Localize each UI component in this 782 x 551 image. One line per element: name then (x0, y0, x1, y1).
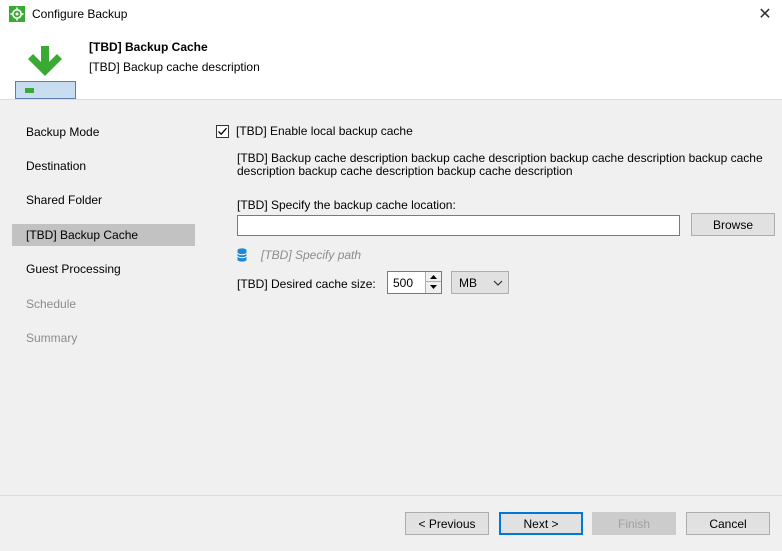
sidebar-item-destination[interactable]: Destination (12, 155, 195, 177)
enable-cache-checkbox-row[interactable]: [TBD] Enable local backup cache (216, 124, 413, 138)
path-hint-text: [TBD] Specify path (261, 248, 362, 262)
wizard-steps-sidebar: Backup Mode Destination Shared Folder [T… (0, 100, 196, 495)
page-title: [TBD] Backup Cache (89, 40, 208, 54)
close-button[interactable]: ✕ (748, 0, 782, 28)
database-icon (237, 248, 247, 262)
finish-button: Finish (592, 512, 676, 535)
title-bar: Configure Backup ✕ (0, 0, 782, 28)
location-input[interactable] (237, 215, 680, 236)
backup-download-icon (15, 46, 76, 99)
cache-size-value[interactable]: 500 (393, 276, 413, 290)
sidebar-item-backup-mode[interactable]: Backup Mode (12, 121, 195, 143)
cache-size-label: [TBD] Desired cache size: (237, 277, 376, 291)
arrow-up-icon (430, 274, 437, 279)
chevron-down-icon (493, 280, 503, 286)
cache-description: [TBD] Backup cache description backup ca… (237, 151, 763, 178)
cache-unit-dropdown[interactable]: MB (451, 271, 509, 294)
stepper-up-button[interactable] (426, 272, 441, 282)
sidebar-item-guest-processing[interactable]: Guest Processing (12, 258, 195, 280)
cancel-button[interactable]: Cancel (686, 512, 770, 535)
sidebar-item-shared-folder[interactable]: Shared Folder (12, 189, 195, 211)
window-title: Configure Backup (32, 7, 128, 21)
previous-button[interactable]: < Previous (405, 512, 489, 535)
sidebar-item-summary: Summary (26, 331, 78, 345)
sidebar-item-backup-cache[interactable]: [TBD] Backup Cache (12, 224, 195, 246)
page-description: [TBD] Backup cache description (89, 60, 260, 74)
enable-cache-checkbox[interactable] (216, 124, 229, 138)
arrow-down-icon (430, 285, 437, 289)
content-panel: [TBD] Enable local backup cache [TBD] Ba… (196, 100, 782, 495)
cache-unit-value: MB (459, 276, 477, 290)
enable-cache-label: [TBD] Enable local backup cache (236, 124, 413, 138)
stepper-down-button[interactable] (426, 282, 441, 292)
close-icon: ✕ (758, 6, 772, 23)
location-label: [TBD] Specify the backup cache location: (237, 198, 456, 212)
path-hint-row: [TBD] Specify path (237, 248, 361, 262)
sidebar-item-schedule: Schedule (26, 297, 77, 311)
wizard-header: [TBD] Backup Cache [TBD] Backup cache de… (0, 28, 782, 100)
cache-size-stepper[interactable]: 500 (387, 271, 442, 294)
wizard-footer: < Previous Next > Finish Cancel (0, 495, 782, 551)
checkmark-icon (218, 127, 227, 135)
next-button[interactable]: Next > (499, 512, 583, 535)
stepper-buttons (425, 272, 441, 293)
gear-app-icon (9, 6, 25, 22)
browse-button[interactable]: Browse (691, 213, 775, 236)
